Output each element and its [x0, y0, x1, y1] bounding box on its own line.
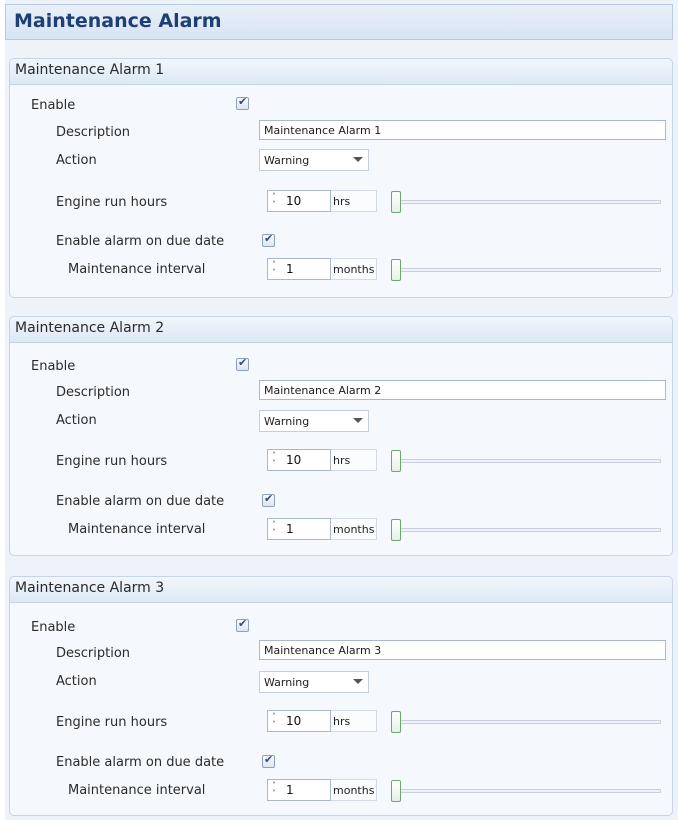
checkmark-icon: ✔ [264, 492, 274, 505]
maintenance-interval-value: 1 [286, 262, 294, 276]
chevron-down-icon[interactable] [353, 157, 363, 162]
engine-run-hours-value: 10 [286, 453, 302, 467]
enable-label: Enable [31, 98, 76, 113]
section-header: Maintenance Alarm 3 [10, 577, 672, 603]
engine-run-hours-slider-track[interactable] [391, 459, 661, 463]
maintenance-interval-spinner[interactable]: ˄ ˅ 1 [267, 258, 331, 280]
engine-run-hours-unit: hrs [331, 710, 377, 732]
maintenance-interval-slider-track[interactable] [391, 268, 661, 272]
action-dropdown[interactable]: Warning [259, 410, 369, 432]
maintenance-alarm-3-section: Maintenance Alarm 3 Enable ✔ Description… [9, 576, 673, 816]
engine-run-hours-slider-track[interactable] [391, 200, 661, 204]
action-value: Warning [264, 154, 310, 167]
description-label: Description [56, 646, 131, 661]
description-input[interactable]: Maintenance Alarm 3 [259, 640, 666, 660]
spinner-arrows-icon[interactable]: ˄ ˅ [272, 193, 280, 209]
maintenance-interval-unit: months [331, 779, 377, 801]
enable-checkbox[interactable]: ✔ [236, 95, 249, 110]
engine-run-hours-label: Engine run hours [56, 454, 168, 469]
engine-run-hours-unit: hrs [331, 190, 377, 212]
engine-run-hours-slider-track[interactable] [391, 720, 661, 724]
engine-run-hours-value: 10 [286, 194, 302, 208]
maintenance-interval-unit: months [331, 518, 377, 540]
description-input[interactable]: Maintenance Alarm 2 [259, 380, 666, 400]
engine-run-hours-spinner[interactable]: ˄ ˅ 10 [267, 449, 331, 471]
unit-text: months [333, 784, 375, 797]
page-title: Maintenance Alarm [14, 10, 222, 32]
maintenance-interval-unit: months [331, 258, 377, 280]
engine-run-hours-slider-thumb[interactable] [391, 711, 401, 733]
description-label: Description [56, 385, 131, 400]
checkmark-icon: ✔ [238, 356, 248, 369]
enable-checkbox[interactable]: ✔ [236, 356, 249, 371]
enable-due-date-label: Enable alarm on due date [56, 234, 225, 249]
spinner-arrows-icon[interactable]: ˄ ˅ [272, 521, 280, 537]
unit-text: hrs [333, 454, 351, 467]
action-label: Action [56, 413, 97, 428]
maintenance-interval-value: 1 [286, 522, 294, 536]
engine-run-hours-value: 10 [286, 714, 302, 728]
maintenance-interval-slider-thumb[interactable] [391, 780, 401, 802]
description-label: Description [56, 125, 131, 140]
maintenance-interval-value: 1 [286, 783, 294, 797]
action-value: Warning [264, 676, 310, 689]
engine-run-hours-unit: hrs [331, 449, 377, 471]
unit-text: months [333, 263, 375, 276]
description-input[interactable]: Maintenance Alarm 1 [259, 120, 666, 140]
action-label: Action [56, 674, 97, 689]
action-dropdown[interactable]: Warning [259, 671, 369, 693]
enable-label: Enable [31, 620, 76, 635]
checkmark-icon: ✔ [238, 617, 248, 630]
enable-due-date-checkbox[interactable]: ✔ [262, 492, 275, 507]
section-header: Maintenance Alarm 1 [10, 59, 672, 85]
unit-text: months [333, 523, 375, 536]
chevron-down-icon[interactable] [353, 679, 363, 684]
enable-due-date-checkbox[interactable]: ✔ [262, 753, 275, 768]
spinner-arrows-icon[interactable]: ˄ ˅ [272, 452, 280, 468]
section-title: Maintenance Alarm 2 [15, 320, 165, 336]
maintenance-interval-slider-thumb[interactable] [391, 519, 401, 541]
enable-due-date-checkbox[interactable]: ✔ [262, 232, 275, 247]
maintenance-interval-slider-track[interactable] [391, 528, 661, 532]
action-dropdown[interactable]: Warning [259, 149, 369, 171]
action-value: Warning [264, 415, 310, 428]
engine-run-hours-label: Engine run hours [56, 195, 168, 210]
checkmark-icon: ✔ [238, 95, 248, 108]
spinner-arrows-icon[interactable]: ˄ ˅ [272, 782, 280, 798]
maintenance-interval-spinner[interactable]: ˄ ˅ 1 [267, 518, 331, 540]
engine-run-hours-label: Engine run hours [56, 715, 168, 730]
maintenance-interval-spinner[interactable]: ˄ ˅ 1 [267, 779, 331, 801]
maintenance-interval-slider-thumb[interactable] [391, 259, 401, 281]
spinner-arrows-icon[interactable]: ˄ ˅ [272, 261, 280, 277]
page-header: Maintenance Alarm [5, 4, 673, 40]
maintenance-interval-label: Maintenance interval [68, 522, 206, 537]
chevron-down-icon[interactable] [353, 418, 363, 423]
checkmark-icon: ✔ [264, 753, 274, 766]
enable-due-date-label: Enable alarm on due date [56, 494, 225, 509]
engine-run-hours-spinner[interactable]: ˄ ˅ 10 [267, 190, 331, 212]
section-title: Maintenance Alarm 3 [15, 580, 165, 596]
enable-due-date-label: Enable alarm on due date [56, 755, 225, 770]
section-header: Maintenance Alarm 2 [10, 317, 672, 343]
checkmark-icon: ✔ [264, 232, 274, 245]
maintenance-interval-label: Maintenance interval [68, 783, 206, 798]
engine-run-hours-slider-thumb[interactable] [391, 450, 401, 472]
maintenance-interval-slider-track[interactable] [391, 789, 661, 793]
engine-run-hours-spinner[interactable]: ˄ ˅ 10 [267, 710, 331, 732]
unit-text: hrs [333, 715, 351, 728]
unit-text: hrs [333, 195, 351, 208]
section-title: Maintenance Alarm 1 [15, 62, 165, 78]
maintenance-alarm-2-section: Maintenance Alarm 2 Enable ✔ Description… [9, 316, 673, 556]
enable-checkbox[interactable]: ✔ [236, 617, 249, 632]
action-label: Action [56, 153, 97, 168]
maintenance-interval-label: Maintenance interval [68, 262, 206, 277]
engine-run-hours-slider-thumb[interactable] [391, 191, 401, 213]
enable-label: Enable [31, 359, 76, 374]
maintenance-alarm-1-section: Maintenance Alarm 1 Enable ✔ Description… [9, 58, 673, 298]
spinner-arrows-icon[interactable]: ˄ ˅ [272, 713, 280, 729]
